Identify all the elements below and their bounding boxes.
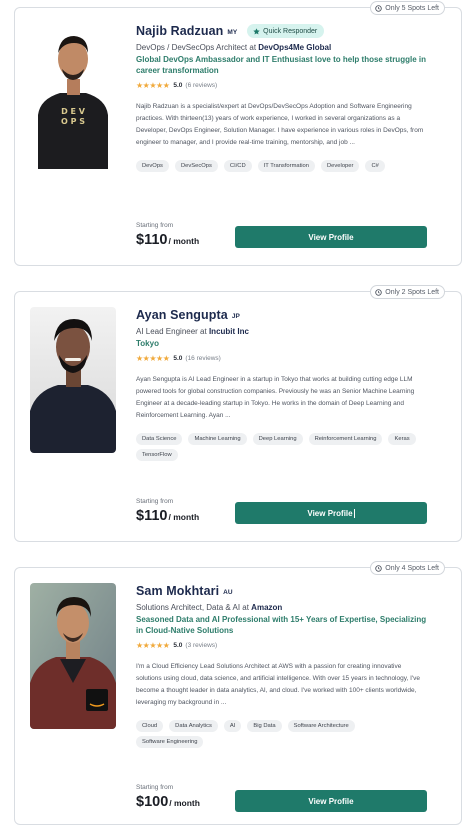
price-amount: $110 (136, 232, 168, 248)
badge-label: Quick Responder (263, 27, 318, 35)
rating: ★★★★★ 5.0 (6 reviews) (136, 80, 427, 90)
starting-label: Starting from (136, 498, 174, 505)
spots-left-badge: Only 2 Spots Left (370, 285, 445, 299)
skill-tag[interactable]: Data Analytics (169, 720, 218, 732)
skill-tag[interactable]: DevOps (136, 160, 169, 172)
view-profile-button[interactable]: View Profile (235, 226, 427, 248)
mentor-photo[interactable] (30, 583, 116, 729)
button-label: View Profile (308, 796, 354, 806)
spots-left-badge: Only 4 Spots Left (370, 561, 445, 575)
skill-tags: DevOps DevSecOps CI/CD IT Transformation… (136, 160, 427, 172)
country-code: AU (223, 589, 233, 596)
skill-tag[interactable]: TensorFlow (136, 449, 178, 461)
mentor-photo[interactable]: D E V O P S (30, 23, 116, 169)
photo-shirt-text: D E V (61, 107, 86, 116)
review-count: (3 reviews) (185, 641, 218, 649)
mentor-bio: I'm a Cloud Efficiency Lead Solutions Ar… (136, 663, 421, 706)
mentor-role: DevOps / DevSecOps Architect at DevOps4M… (136, 43, 332, 52)
text-cursor-icon (353, 508, 355, 518)
company-name: Incubit Inc (208, 327, 249, 336)
mentor-card[interactable]: Only 4 Spots Left Sam Mokhtari AU Soluti… (14, 561, 462, 825)
mentor-location: Tokyo (136, 339, 159, 348)
button-label: View Profile (308, 232, 354, 242)
skill-tag[interactable]: Reinforcement Learning (308, 433, 383, 445)
skill-tag[interactable]: Big Data (247, 720, 282, 732)
country-code: MY (227, 29, 238, 36)
rating-score: 5.0 (173, 354, 183, 362)
skill-tag[interactable]: Data Science (136, 433, 183, 445)
skill-tag[interactable]: Cloud (136, 720, 164, 732)
star-rating-icon: ★★★★★ (136, 353, 170, 363)
star-rating-icon: ★★★★★ (136, 80, 170, 90)
clock-icon (375, 4, 383, 12)
skill-tags: Data Science Machine Learning Deep Learn… (136, 433, 427, 461)
view-profile-button[interactable]: View Profile (235, 502, 427, 524)
company-name: Amazon (251, 603, 283, 612)
photo-shirt-text: O P S (61, 117, 85, 126)
skill-tag[interactable]: Developer (321, 160, 360, 172)
price-block: Starting from $100/ month (136, 784, 200, 811)
rating: ★★★★★ 5.0 (3 reviews) (136, 640, 427, 650)
price-period: / month (169, 798, 200, 808)
clock-icon (375, 288, 383, 296)
skill-tag[interactable]: CI/CD (223, 160, 252, 172)
rating-score: 5.0 (173, 81, 183, 89)
spots-left-text: Only 2 Spots Left (385, 288, 439, 296)
mentor-name[interactable]: Ayan Sengupta (136, 308, 228, 322)
skill-tag[interactable]: C# (365, 160, 385, 172)
skill-tag[interactable]: Keras (388, 433, 416, 445)
skill-tag[interactable]: IT Transformation (257, 160, 315, 172)
mentor-card[interactable]: Only 5 Spots Left D E V O P S Najib Radz… (14, 1, 462, 266)
mentor-name[interactable]: Sam Mokhtari (136, 584, 219, 598)
spots-left-text: Only 5 Spots Left (385, 4, 439, 12)
mentor-bio: Najib Radzuan is a specialist/expert at … (136, 103, 424, 146)
skill-tags: Cloud Data Analytics AI Big Data Softwar… (136, 720, 427, 748)
mentor-name[interactable]: Najib Radzuan (136, 24, 223, 38)
quick-responder-badge: Quick Responder (247, 24, 325, 38)
company-name: DevOps4Me Global (258, 43, 332, 52)
button-label: View Profile (307, 508, 353, 518)
star-rating-icon: ★★★★★ (136, 640, 170, 650)
price-amount: $100 (136, 794, 169, 810)
skill-tag[interactable]: Deep Learning (252, 433, 303, 445)
skill-tag[interactable]: Software Architecture (287, 720, 355, 732)
review-count: (16 reviews) (185, 354, 221, 362)
skill-tag[interactable]: Software Engineering (136, 736, 204, 748)
starting-label: Starting from (136, 784, 174, 791)
country-code: JP (231, 313, 240, 320)
price-amount: $110 (136, 508, 168, 524)
rating: ★★★★★ 5.0 (16 reviews) (136, 353, 427, 363)
spots-left-badge: Only 5 Spots Left (370, 1, 445, 15)
starting-label: Starting from (136, 222, 174, 229)
star-icon (253, 27, 260, 34)
price-period: / month (168, 512, 200, 522)
rating-score: 5.0 (173, 641, 183, 649)
mentor-role: AI Lead Engineer at Incubit Inc (136, 327, 249, 336)
price-period: / month (168, 236, 200, 246)
mentor-headline: Global DevOps Ambassador and IT Enthusia… (136, 55, 426, 75)
mentor-headline: Seasoned Data and AI Professional with 1… (136, 615, 427, 635)
skill-tag[interactable]: DevSecOps (174, 160, 218, 172)
skill-tag[interactable]: AI (223, 720, 242, 732)
mentor-card[interactable]: Only 2 Spots Left Ayan Sengupta JP AI Le… (14, 285, 462, 542)
price-block: Starting from $110/ month (136, 498, 199, 525)
price-block: Starting from $110/ month (136, 222, 199, 249)
review-count: (6 reviews) (185, 81, 218, 89)
mentor-role: Solutions Architect, Data & AI at Amazon (136, 603, 283, 612)
spots-left-text: Only 4 Spots Left (385, 564, 439, 572)
mentor-photo[interactable] (30, 307, 116, 453)
view-profile-button[interactable]: View Profile (235, 790, 427, 812)
skill-tag[interactable]: Machine Learning (188, 433, 247, 445)
clock-icon (375, 564, 383, 572)
mentor-bio: Ayan Sengupta is AI Lead Engineer in a s… (136, 376, 415, 419)
